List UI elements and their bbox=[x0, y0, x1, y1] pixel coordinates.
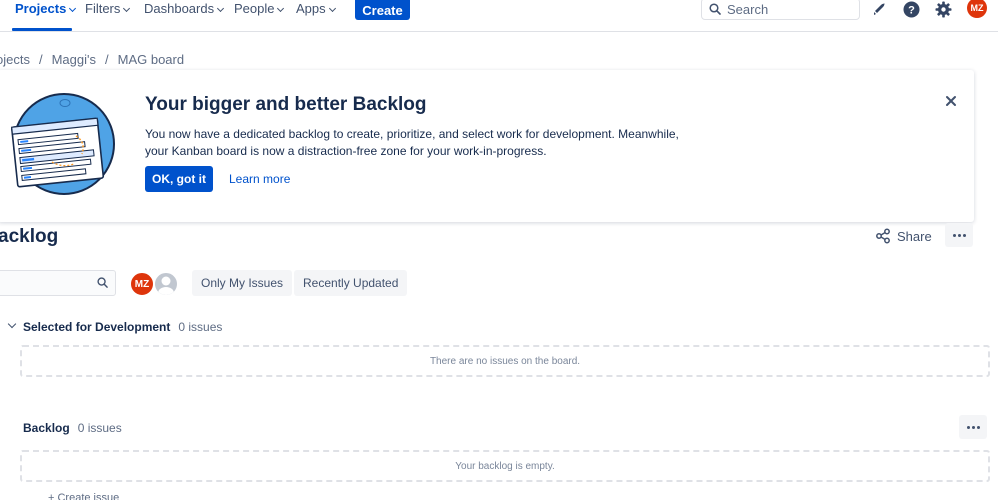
search-icon bbox=[97, 277, 108, 288]
selected-section-header: Selected for Development 0 issues bbox=[23, 320, 222, 334]
issue-count: 0 issues bbox=[77, 421, 122, 435]
backlog-more-button[interactable] bbox=[959, 415, 987, 439]
top-navigation: Projects Filters Dashboards People Apps … bbox=[0, 0, 998, 32]
ok-got-it-button[interactable]: OK, got it bbox=[145, 166, 213, 192]
nav-dashboards[interactable]: Dashboards bbox=[144, 0, 225, 30]
breadcrumb-separator: / bbox=[38, 52, 43, 67]
recently-updated-filter[interactable]: Recently Updated bbox=[294, 270, 408, 296]
more-icon bbox=[966, 425, 970, 429]
chevron-down-icon bbox=[69, 4, 77, 13]
user-icon bbox=[158, 276, 174, 295]
chevron-down-icon[interactable] bbox=[7, 319, 17, 329]
issue-count: 0 issues bbox=[178, 320, 223, 334]
unassigned-avatar[interactable] bbox=[153, 271, 179, 297]
backlog-announcement-banner: Your bigger and better Backlog You now h… bbox=[0, 70, 974, 222]
learn-more-link[interactable]: Learn more bbox=[229, 172, 290, 186]
issue-search-field[interactable] bbox=[0, 270, 116, 296]
chevron-down-icon bbox=[217, 4, 225, 13]
breadcrumb: ojects / Maggi's / MAG board bbox=[0, 52, 184, 67]
page-more-button[interactable] bbox=[945, 223, 973, 247]
nav-projects[interactable]: Projects bbox=[15, 0, 77, 30]
banner-title: Your bigger and better Backlog bbox=[145, 94, 427, 115]
assignee-avatar-mz[interactable]: MZ bbox=[129, 271, 155, 297]
breadcrumb-projects[interactable]: ojects bbox=[0, 52, 30, 67]
global-search[interactable] bbox=[701, 0, 860, 20]
nav-active-indicator bbox=[12, 28, 72, 31]
issue-search-input[interactable] bbox=[1, 275, 91, 289]
backlog-illustration-icon bbox=[10, 93, 115, 195]
nav-people[interactable]: People bbox=[234, 0, 285, 30]
section-title: Selected for Development bbox=[23, 320, 171, 334]
chevron-down-icon bbox=[328, 4, 336, 13]
user-avatar[interactable]: MZ bbox=[967, 0, 987, 18]
close-icon[interactable] bbox=[944, 94, 958, 108]
help-icon[interactable]: ? bbox=[902, 0, 920, 18]
selected-empty-state: There are no issues on the board. bbox=[20, 345, 990, 377]
breadcrumb-project[interactable]: Maggi's bbox=[52, 52, 96, 67]
nav-apps[interactable]: Apps bbox=[296, 0, 336, 30]
share-button[interactable]: Share bbox=[875, 226, 932, 246]
page-title: acklog bbox=[0, 226, 59, 247]
share-icon bbox=[876, 228, 890, 244]
search-input[interactable] bbox=[727, 1, 847, 17]
banner-description: You now have a dedicated backlog to crea… bbox=[145, 127, 679, 158]
backlog-empty-state: Your backlog is empty. bbox=[20, 450, 990, 482]
section-title: Backlog bbox=[23, 421, 70, 435]
search-icon bbox=[709, 3, 721, 15]
backlog-section-header: Backlog 0 issues bbox=[23, 421, 122, 435]
notification-icon[interactable] bbox=[870, 0, 888, 18]
svg-text:?: ? bbox=[908, 4, 915, 16]
nav-filters[interactable]: Filters bbox=[85, 0, 131, 30]
breadcrumb-separator: / bbox=[104, 52, 109, 67]
share-label: Share bbox=[897, 228, 932, 244]
chevron-down-icon bbox=[123, 4, 131, 13]
chevron-down-icon bbox=[277, 4, 285, 13]
only-my-issues-filter[interactable]: Only My Issues bbox=[192, 270, 293, 296]
create-button[interactable]: Create bbox=[355, 0, 410, 20]
more-icon bbox=[952, 233, 956, 237]
settings-icon[interactable] bbox=[934, 0, 952, 18]
create-issue-button[interactable]: + Create issue bbox=[48, 492, 119, 500]
breadcrumb-board[interactable]: MAG board bbox=[118, 52, 184, 67]
